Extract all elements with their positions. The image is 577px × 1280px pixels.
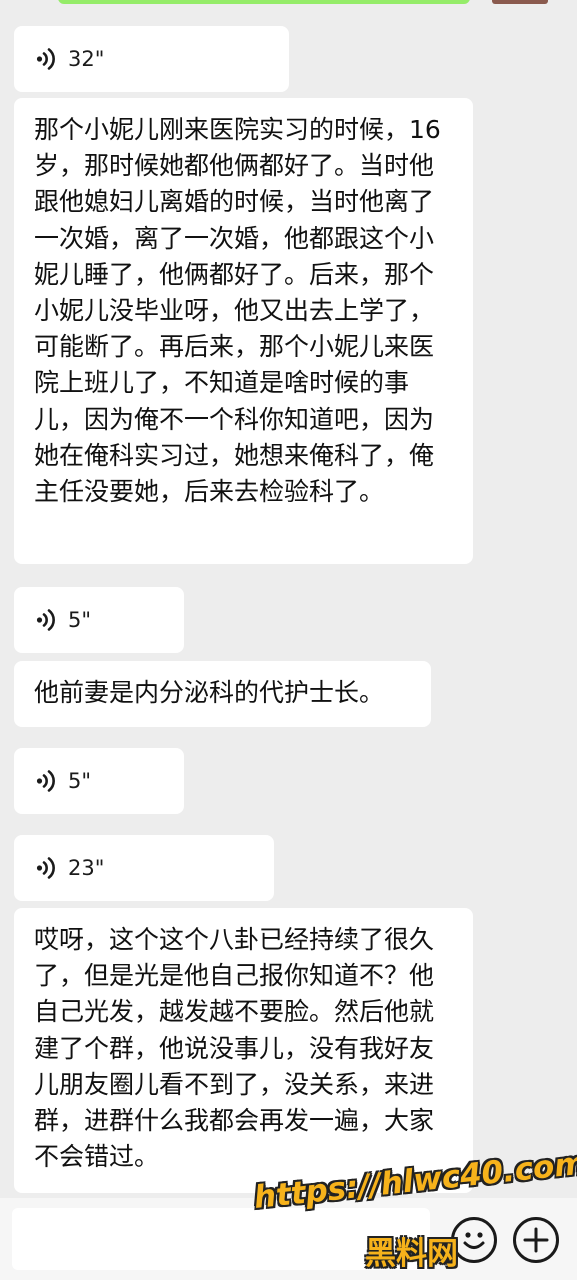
voice-duration: 5" [68, 608, 92, 632]
voice-duration: 5" [68, 769, 92, 793]
text-message[interactable]: 那个小妮儿刚来医院实习的时候，16岁，那时候她都他俩都好了。当时他跟他媳妇儿离婚… [14, 98, 473, 564]
voice-wave-icon [36, 609, 55, 631]
voice-message[interactable]: 23" [14, 835, 274, 901]
message-text: 那个小妮儿刚来医院实习的时候，16岁，那时候她都他俩都好了。当时他跟他媳妇儿离婚… [34, 115, 441, 507]
voice-message[interactable]: 5" [14, 748, 184, 814]
avatar[interactable] [492, 0, 548, 4]
text-message[interactable]: 他前妻是内分泌科的代护士长。 [14, 661, 431, 727]
voice-message[interactable]: 5" [14, 587, 184, 653]
voice-wave-icon [36, 48, 55, 70]
voice-wave-icon [36, 857, 55, 879]
voice-wave-icon [36, 770, 55, 792]
text-message[interactable]: 哎呀，这个这个八卦已经持续了很久了，但是光是他自己报你知道不？他自己光发，越发越… [14, 908, 473, 1193]
message-text: 他前妻是内分泌科的代护士长。 [34, 678, 385, 707]
voice-duration: 23" [68, 856, 105, 880]
voice-message[interactable]: 32" [14, 26, 289, 92]
plus-icon[interactable] [513, 1217, 559, 1263]
previous-sent-bubble[interactable] [58, 0, 470, 4]
watermark-name: 黑料网 [365, 1236, 458, 1272]
message-text: 哎呀，这个这个八卦已经持续了很久了，但是光是他自己报你知道不？他自己光发，越发越… [34, 925, 435, 1172]
voice-duration: 32" [68, 47, 105, 71]
